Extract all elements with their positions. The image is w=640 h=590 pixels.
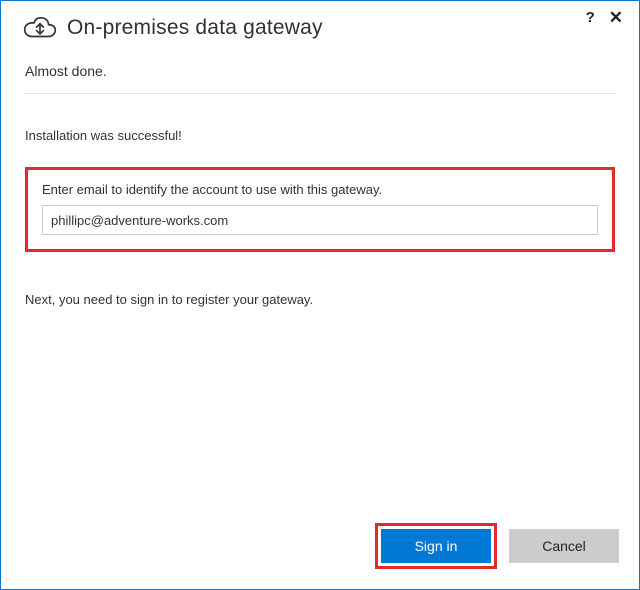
- content-area: Almost done. Installation was successful…: [1, 55, 639, 589]
- window-title: On-premises data gateway: [67, 16, 323, 40]
- title-bar: On-premises data gateway ? ✕: [1, 1, 639, 55]
- install-success-message: Installation was successful!: [25, 128, 615, 143]
- footer-buttons: Sign in Cancel: [375, 523, 619, 569]
- cloud-upload-icon: [23, 14, 57, 42]
- next-step-message: Next, you need to sign in to register yo…: [25, 292, 615, 307]
- help-icon[interactable]: ?: [582, 8, 599, 27]
- email-field[interactable]: [42, 205, 598, 235]
- titlebar-actions: ? ✕: [582, 7, 627, 28]
- close-icon[interactable]: ✕: [605, 7, 627, 28]
- cancel-button[interactable]: Cancel: [509, 529, 619, 563]
- gateway-installer-window: On-premises data gateway ? ✕ Almost done…: [0, 0, 640, 590]
- email-field-label: Enter email to identify the account to u…: [42, 182, 598, 197]
- email-highlight-box: Enter email to identify the account to u…: [25, 167, 615, 252]
- sign-in-highlight: Sign in: [375, 523, 497, 569]
- sign-in-button[interactable]: Sign in: [381, 529, 491, 563]
- divider: [25, 93, 615, 94]
- page-subtitle: Almost done.: [25, 63, 615, 79]
